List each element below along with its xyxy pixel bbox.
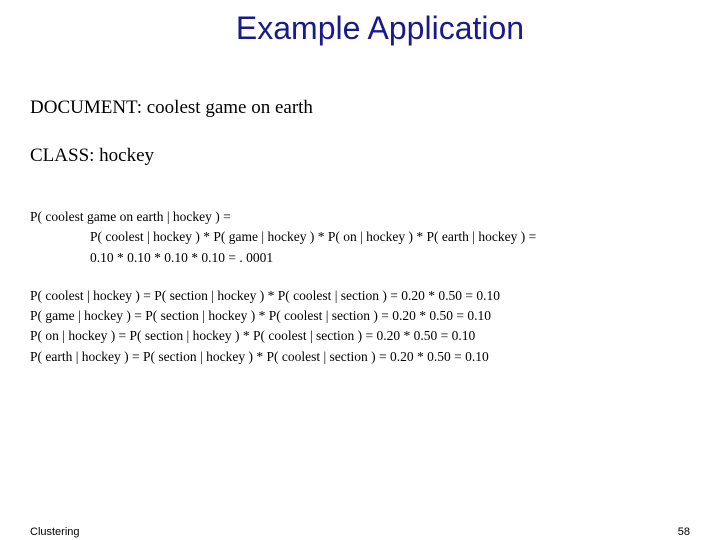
class-value: hockey [99, 145, 154, 166]
footer-topic: Clustering [30, 526, 80, 538]
prob-numeric: 0.10 * 0.10 * 0.10 * 0.10 = . 0001 [30, 248, 690, 268]
detail-line: P( earth | hockey ) = P( section | hocke… [30, 347, 690, 367]
detail-line: P( game | hockey ) = P( section | hockey… [30, 306, 690, 326]
detail-line: P( coolest | hockey ) = P( section | hoc… [30, 286, 690, 306]
class-label: CLASS: [30, 145, 94, 166]
probability-main: P( coolest game on earth | hockey ) = P(… [30, 207, 690, 268]
document-line: DOCUMENT: coolest game on earth [30, 97, 690, 119]
slide-number: 58 [678, 526, 690, 538]
slide-title: Example Application [0, 0, 720, 47]
prob-expansion: P( coolest | hockey ) * P( game | hockey… [30, 227, 690, 247]
document-value: coolest game on earth [147, 97, 313, 118]
prob-main-line: P( coolest game on earth | hockey ) = [30, 207, 690, 227]
document-label: DOCUMENT: [30, 97, 142, 118]
detail-line: P( on | hockey ) = P( section | hockey )… [30, 326, 690, 346]
class-line: CLASS: hockey [30, 145, 690, 167]
slide-content: DOCUMENT: coolest game on earth CLASS: h… [0, 47, 720, 367]
probability-details: P( coolest | hockey ) = P( section | hoc… [30, 286, 690, 367]
